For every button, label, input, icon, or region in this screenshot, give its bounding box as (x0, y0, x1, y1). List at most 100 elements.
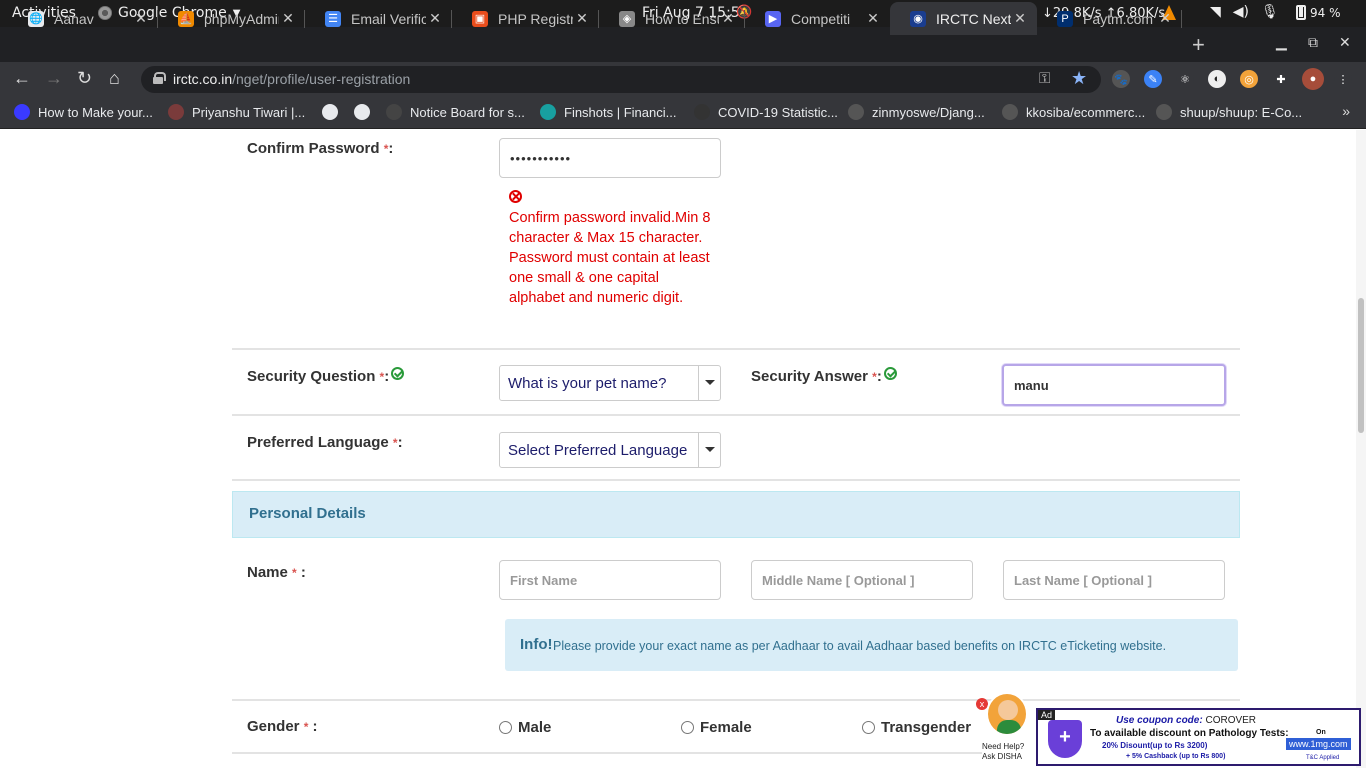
registration-page: Confirm Password *: ••••••••••• Confirm … (0, 130, 1366, 768)
bookmark-label: Priyanshu Tiwari |... (192, 104, 306, 120)
disha-chatbot-launcher[interactable]: x Need Help? Ask DISHA (976, 690, 1038, 768)
forward-arrow-icon[interactable]: → (45, 68, 63, 89)
tab-title: IRCTC Next Gen (936, 10, 1011, 27)
bookmark-item[interactable]: How to Make your... (14, 104, 153, 120)
circle-extension-icon[interactable]: ◐ (1208, 70, 1226, 88)
browser-tab[interactable]: ◈ How to Ensure✕ (599, 2, 745, 35)
security-question-label: Security Question *: (247, 367, 405, 385)
middle-name-input[interactable]: Middle Name [ Optional ] (751, 560, 973, 600)
bookmark-star-icon[interactable]: ★ (1071, 68, 1087, 89)
minimize-window-icon[interactable]: ▁ (1276, 34, 1287, 51)
bookmark-item[interactable]: Notice Board for s... (386, 104, 525, 120)
first-name-input[interactable]: First Name (499, 560, 721, 600)
personal-details-panel: Personal Details (232, 491, 1240, 538)
browser-tab[interactable]: 🌐 Aanav ✕ (8, 2, 158, 35)
label-colon: : (876, 368, 882, 385)
radio-circle[interactable] (499, 721, 512, 734)
tab-close-icon[interactable]: ✕ (1011, 10, 1029, 27)
bookmark-item[interactable]: kkosiba/ecommerc... (1002, 104, 1145, 120)
puzzle-extensions-icon[interactable]: ✚ (1272, 70, 1290, 88)
browser-tab[interactable]: ⛵ phpMyAdmin ✕ (158, 2, 305, 35)
browser-tab[interactable]: P Paytm.com – Re✕ (1037, 2, 1182, 35)
confirm-password-input[interactable]: ••••••••••• (499, 138, 721, 178)
dropdown-caret-icon[interactable] (698, 366, 720, 400)
preferred-language-label-text: Preferred Language (247, 434, 389, 451)
battery-icon (1296, 5, 1306, 20)
ad-site-link[interactable]: www.1mg.com (1286, 738, 1351, 750)
address-bar[interactable]: irctc.co.in/nget/profile/user-registrati… (141, 66, 1101, 93)
disha-help-text: Need Help? Ask DISHA (982, 742, 1038, 762)
bookmark-item[interactable]: shuup/shuup: E-Co... (1156, 104, 1302, 120)
bookmark-favicon-icon (848, 104, 864, 120)
radio-label: Female (700, 719, 752, 736)
gender-transgender-radio[interactable]: Transgender (862, 719, 971, 736)
tab-title: Email Verificat (351, 10, 426, 27)
bookmark-item[interactable]: Priyanshu Tiwari |... (168, 104, 305, 120)
browser-tab[interactable]: ◉ IRCTC Next Gen✕ (890, 2, 1037, 35)
last-name-input[interactable]: Last Name [ Optional ] (1003, 560, 1225, 600)
tab-close-icon[interactable]: ✕ (1156, 10, 1174, 27)
paw-extension-icon[interactable]: 🐾 (1112, 70, 1130, 88)
react-extension-icon[interactable]: ⚛ (1176, 70, 1194, 88)
preferred-language-select[interactable]: Select Preferred Language (499, 432, 721, 468)
tab-favicon-icon: ▣ (472, 10, 488, 27)
volume-icon: ◀) (1232, 4, 1250, 20)
pen-extension-icon[interactable]: ✎ (1144, 70, 1162, 88)
bookmark-favicon-icon (386, 104, 402, 120)
tab-favicon-icon: ◉ (910, 10, 926, 27)
radio-circle[interactable] (681, 721, 694, 734)
restore-window-icon[interactable]: ⧉ (1308, 34, 1318, 51)
home-icon[interactable]: ⌂ (109, 68, 120, 89)
bookmark-item[interactable]: COVID-19 Statistic... (694, 104, 838, 120)
new-tab-button[interactable]: + (1192, 32, 1205, 58)
tab-title: PHP Registrati (498, 10, 573, 27)
tab-title: Aanav (54, 10, 94, 27)
browser-tab[interactable]: ▣ PHP Registrati✕ (452, 2, 599, 35)
close-window-icon[interactable]: ✕ (1339, 34, 1351, 51)
wifi-icon: ◥ (1210, 4, 1221, 20)
glasses-extension-icon[interactable]: ◎ (1240, 70, 1258, 88)
tab-favicon-icon: ▶ (765, 10, 781, 27)
tab-close-icon[interactable]: ✕ (132, 10, 150, 27)
browser-tab[interactable]: ☰ Email Verificat✕ (305, 2, 452, 35)
divider (232, 348, 1240, 350)
bookmark-label: Notice Board for s... (410, 104, 525, 120)
bookmark-favicon-icon (1002, 104, 1018, 120)
tab-close-icon[interactable]: ✕ (279, 10, 297, 27)
more-bookmarks-icon[interactable]: » (1342, 103, 1350, 119)
dropdown-caret-icon[interactable] (698, 433, 720, 467)
profile-avatar[interactable]: ● (1302, 68, 1324, 90)
confirm-password-label: Confirm Password *: (247, 140, 393, 157)
bookmark-item[interactable] (322, 104, 346, 120)
tab-close-icon[interactable]: ✕ (573, 10, 591, 27)
scrollbar-thumb[interactable] (1358, 298, 1364, 433)
confirm-password-label-text: Confirm Password (247, 140, 380, 157)
bookmark-item[interactable] (354, 104, 378, 120)
bookmark-item[interactable]: Finshots | Financi... (540, 104, 676, 120)
lock-icon[interactable] (153, 72, 166, 84)
page-scrollbar[interactable] (1356, 130, 1366, 768)
bookmark-item[interactable]: zinmyoswe/Djang... (848, 104, 985, 120)
gender-male-radio[interactable]: Male (499, 719, 551, 736)
system-tray[interactable]: ◥ ◀) 🎙 (1210, 4, 1279, 20)
security-question-select[interactable]: What is your pet name? (499, 365, 721, 401)
tab-close-icon[interactable]: ✕ (719, 10, 737, 27)
reload-icon[interactable]: ↻ (77, 68, 92, 89)
key-icon[interactable]: ⚿ (1039, 70, 1050, 87)
radio-label: Transgender (881, 719, 972, 736)
security-answer-input[interactable]: manu (1002, 364, 1226, 406)
disha-avatar[interactable] (986, 692, 1028, 736)
gender-female-radio[interactable]: Female (681, 719, 752, 736)
url-text: irctc.co.in/nget/profile/user-registrati… (173, 71, 410, 87)
radio-circle[interactable] (862, 721, 875, 734)
name-label: Name * : (247, 564, 306, 581)
advertisement-banner[interactable]: Ad Use coupon code: COROVER To available… (1036, 708, 1361, 766)
tab-close-icon[interactable]: ✕ (426, 10, 444, 27)
browser-tab[interactable]: ▶ Competiti ✕ (745, 2, 890, 35)
tab-close-icon[interactable]: ✕ (864, 10, 882, 27)
more-menu-icon[interactable]: ⋮ (1334, 70, 1352, 88)
bookmark-favicon-icon (322, 104, 338, 120)
back-arrow-icon[interactable]: ← (13, 68, 31, 89)
battery-percent: 94 % (1310, 5, 1341, 20)
battery-indicator[interactable]: 94 % (1296, 5, 1341, 20)
